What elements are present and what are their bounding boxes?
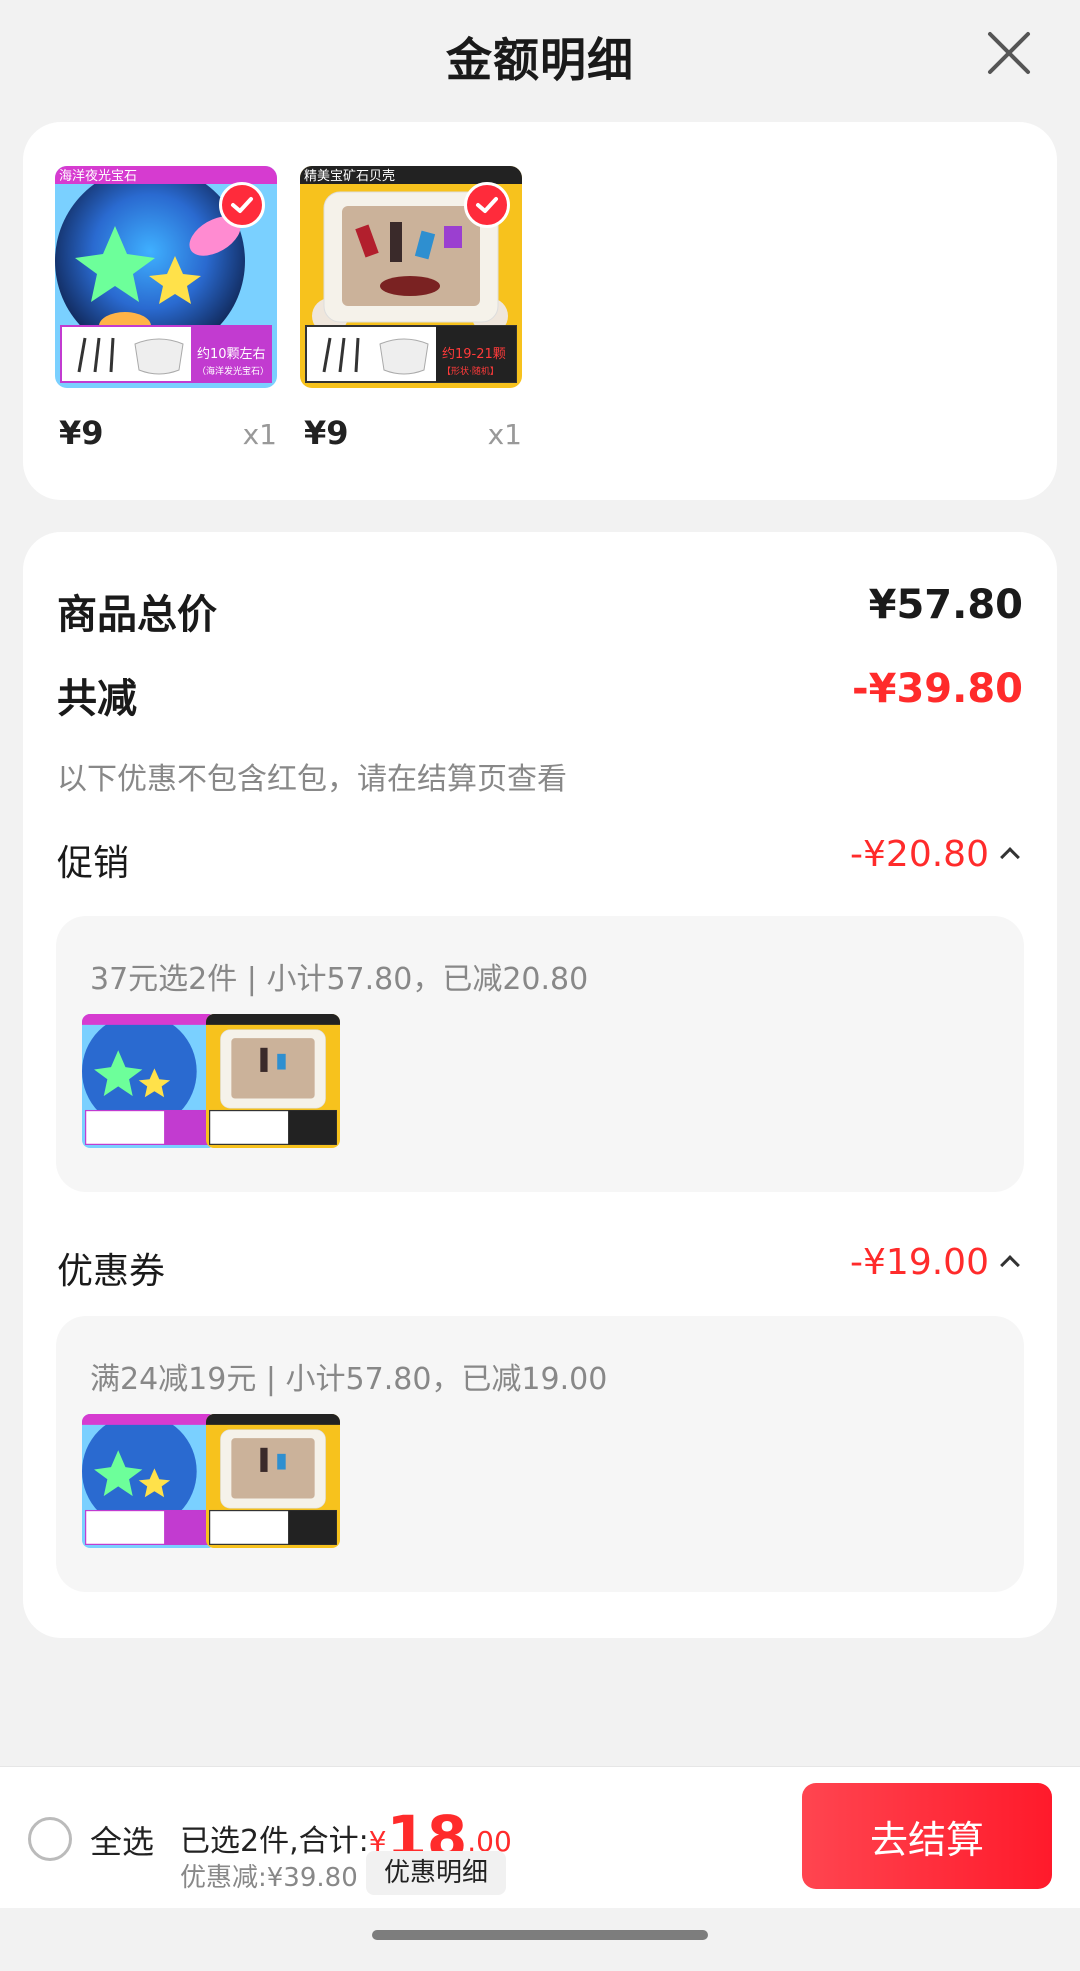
- product-qty: x1: [242, 418, 277, 451]
- product-banner-text: 精美宝矿石贝壳: [304, 169, 395, 184]
- product-sub-text: （海洋发光宝石）: [197, 365, 269, 377]
- select-all-label[interactable]: 全选: [90, 1817, 154, 1863]
- product-thumbnail[interactable]: 精美宝矿石贝壳 约19-21颗 【形状·随机】: [300, 166, 522, 388]
- product-qty: x1: [487, 418, 522, 451]
- coupon-detail-box: 满24减19元 | 小计57.80，已减19.00: [56, 1316, 1024, 1592]
- product-item[interactable]: 海洋夜光宝石 约10颗左右 （海洋发光宝石） ¥9 x1: [55, 166, 277, 452]
- product-banner-text: 海洋夜光宝石: [59, 169, 137, 184]
- promotion-label: 促销: [57, 843, 130, 884]
- sheet-header: 金额明细: [0, 0, 1080, 118]
- checked-icon[interactable]: [464, 182, 510, 228]
- product-sub-text: 【形状·随机】: [442, 365, 499, 377]
- selected-products-card: 海洋夜光宝石 约10颗左右 （海洋发光宝石） ¥9 x1 精美宝矿石贝壳 约19…: [23, 122, 1057, 500]
- product-mini-thumbnail: [206, 1414, 340, 1548]
- product-thumbnail[interactable]: 海洋夜光宝石 约10颗左右 （海洋发光宝石）: [55, 166, 277, 388]
- promotion-detail-text: 37元选2件 | 小计57.80，已减20.80: [90, 962, 589, 997]
- product-item[interactable]: 精美宝矿石贝壳 约19-21颗 【形状·随机】 ¥9 x1: [300, 166, 522, 452]
- product-price: ¥9: [304, 414, 349, 452]
- discount-summary: 优惠减:¥39.80: [180, 1863, 358, 1893]
- close-icon[interactable]: [984, 28, 1034, 78]
- promotion-value: -¥20.80: [850, 834, 989, 875]
- product-mini-thumbnail: [82, 1414, 216, 1548]
- selected-count-text: 已选2件,合计:: [180, 1824, 369, 1859]
- price-detail-card: 商品总价 ¥57.80 共减 -¥39.80 以下优惠不包含红包，请在结算页查看…: [23, 532, 1057, 1638]
- select-all-radio[interactable]: [28, 1817, 72, 1861]
- chevron-up-icon: [1000, 1255, 1020, 1275]
- page-title: 金额明细: [446, 33, 634, 87]
- product-mini-thumbnail: [82, 1014, 216, 1148]
- coupon-value: -¥19.00: [850, 1242, 989, 1283]
- promotion-value-toggle[interactable]: -¥20.80: [850, 834, 1020, 875]
- product-tag-text: 约19-21颗: [442, 347, 506, 362]
- product-price: ¥9: [59, 414, 104, 452]
- coupon-detail-text: 满24减19元 | 小计57.80，已减19.00: [90, 1362, 608, 1397]
- promotion-detail-box: 37元选2件 | 小计57.80，已减20.80: [56, 916, 1024, 1192]
- checked-icon[interactable]: [219, 182, 265, 228]
- chevron-up-icon: [1000, 847, 1020, 867]
- reduce-label: 共减: [57, 676, 137, 722]
- checkout-button[interactable]: 去结算: [802, 1783, 1052, 1889]
- discount-note: 以下优惠不包含红包，请在结算页查看: [57, 762, 567, 797]
- coupon-label: 优惠券: [57, 1251, 166, 1292]
- discount-detail-button[interactable]: 优惠明细: [366, 1851, 507, 1895]
- total-label: 商品总价: [57, 592, 217, 638]
- total-value: ¥57.80: [868, 582, 1023, 628]
- product-mini-thumbnail: [206, 1014, 340, 1148]
- product-tag-text: 约10颗左右: [197, 347, 266, 362]
- checkout-bar: 全选 已选2件,合计:¥18.00 优惠减:¥39.80 优惠明细 去结算: [0, 1766, 1080, 1908]
- coupon-value-toggle[interactable]: -¥19.00: [850, 1242, 1020, 1283]
- reduce-value: -¥39.80: [852, 666, 1023, 712]
- home-indicator[interactable]: [372, 1930, 708, 1940]
